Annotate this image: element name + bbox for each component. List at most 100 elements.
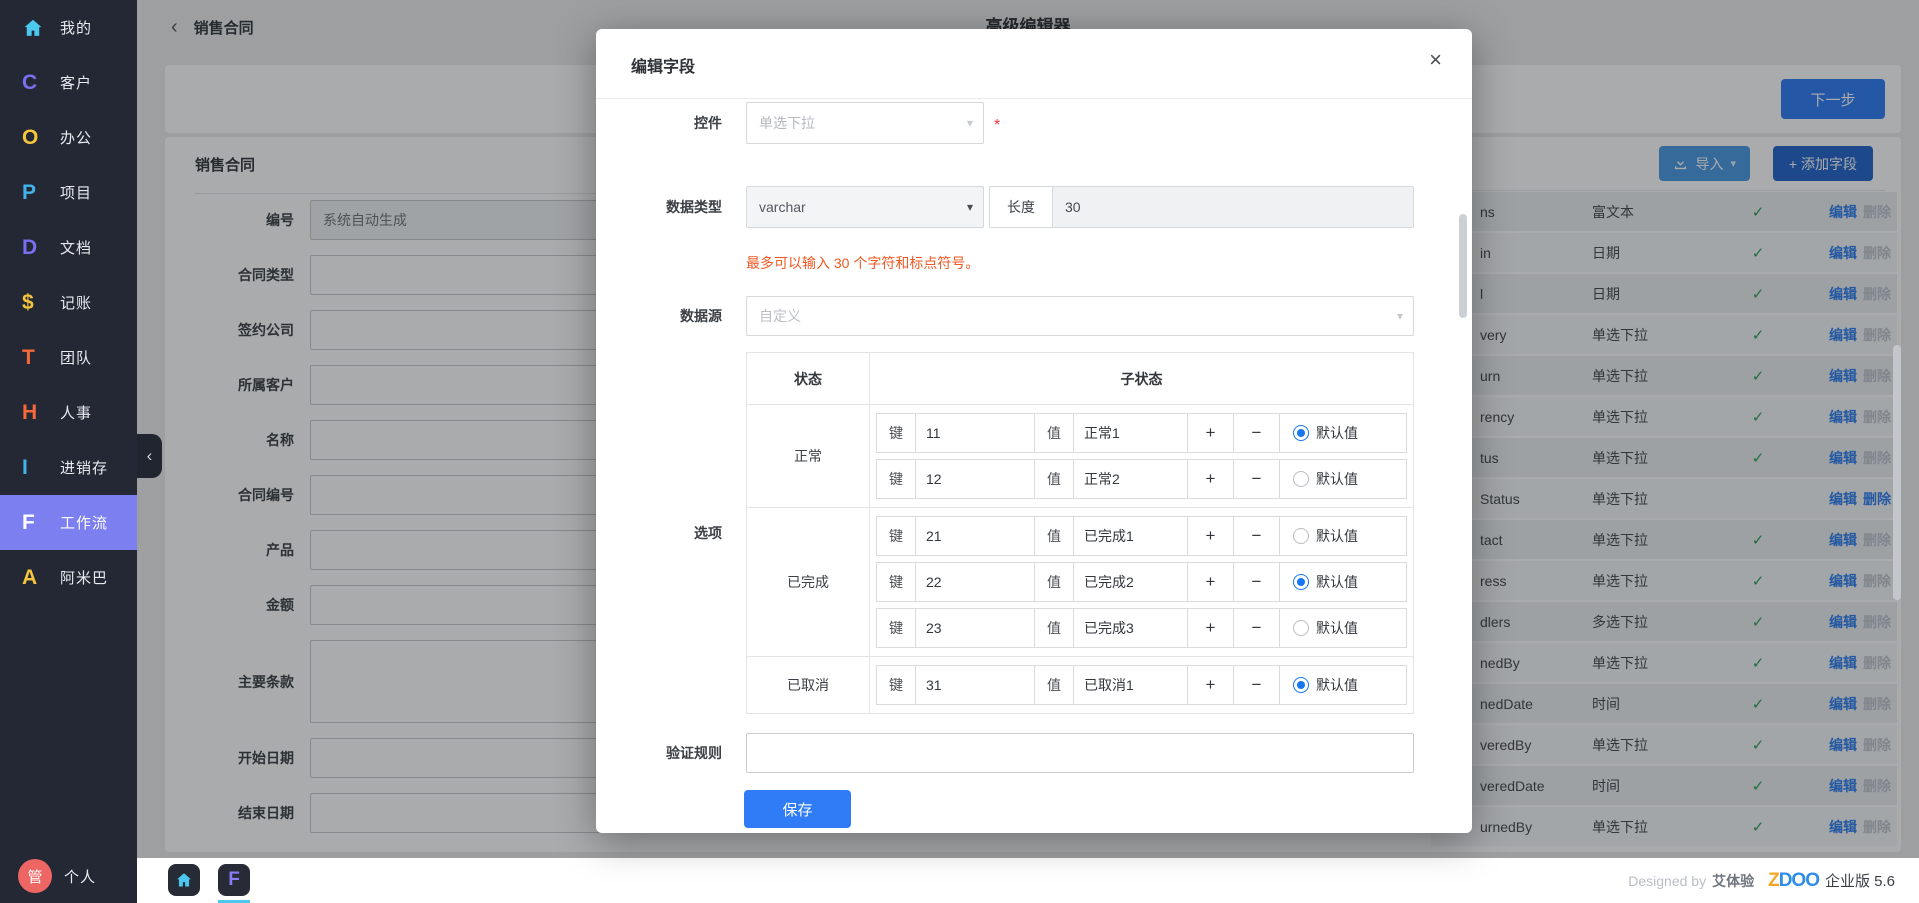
data-source-select[interactable]: 自定义 ▾	[746, 296, 1414, 336]
key-input[interactable]	[915, 516, 1035, 556]
add-subitem-button[interactable]: +	[1187, 459, 1234, 499]
value-addon-label: 值	[1034, 562, 1074, 602]
key-addon-label: 键	[876, 608, 916, 648]
add-subitem-button[interactable]: +	[1187, 516, 1234, 556]
modal-title: 编辑字段	[631, 53, 695, 77]
sidebar-user[interactable]: 管 个人	[18, 859, 96, 893]
default-radio-label: 默认值	[1316, 618, 1358, 638]
default-cell: 默认值	[1279, 608, 1407, 648]
option-sub-row: 键 值 + − 默认值	[876, 665, 1407, 705]
remove-subitem-button[interactable]: −	[1233, 413, 1280, 453]
hr-icon: H	[22, 401, 52, 425]
home-icon	[175, 871, 193, 889]
sidebar-item-label: 我的	[60, 17, 92, 38]
modal-body: 控件 单选下拉 ▾ * 数据类型 varchar ▾ 长度 最多可以输入 30 …	[596, 100, 1472, 833]
value-input[interactable]	[1073, 516, 1188, 556]
sidebar-item-hr[interactable]: H 人事	[0, 385, 137, 440]
modal-scrollbar-thumb[interactable]	[1459, 214, 1467, 318]
value-input[interactable]	[1073, 608, 1188, 648]
value-input[interactable]	[1073, 413, 1188, 453]
default-cell: 默认值	[1279, 516, 1407, 556]
default-cell: 默认值	[1279, 665, 1407, 705]
window-scrollbar-thumb[interactable]	[1893, 345, 1901, 600]
sidebar-collapse-handle[interactable]: ‹	[137, 434, 162, 478]
save-button[interactable]: 保存	[744, 790, 851, 828]
sidebar-item-team[interactable]: T 团队	[0, 330, 137, 385]
default-radio[interactable]	[1293, 528, 1309, 544]
control-select[interactable]: 单选下拉 ▾	[746, 102, 984, 144]
value-input[interactable]	[1073, 562, 1188, 602]
default-radio-label: 默认值	[1316, 423, 1358, 443]
sidebar-item-office[interactable]: O 办公	[0, 110, 137, 165]
remove-subitem-button[interactable]: −	[1233, 562, 1280, 602]
value-input[interactable]	[1073, 459, 1188, 499]
user-avatar[interactable]: 管	[18, 859, 52, 893]
caret-down-icon: ▾	[967, 116, 973, 130]
data-type-row: 数据类型 varchar ▾ 长度	[596, 186, 1414, 228]
taskbar-home-app[interactable]	[168, 864, 200, 896]
key-input[interactable]	[915, 562, 1035, 602]
doc-icon: D	[22, 236, 52, 260]
sidebar-item-label: 人事	[60, 402, 92, 423]
option-group-rows: 键 值 + − 默认值	[870, 657, 1413, 713]
length-label: 长度	[990, 187, 1053, 227]
sidebar-item-inventory[interactable]: I 进销存	[0, 440, 137, 495]
option-group-name: 正常	[747, 405, 870, 507]
remove-subitem-button[interactable]: −	[1233, 516, 1280, 556]
value-input[interactable]	[1073, 665, 1188, 705]
add-subitem-button[interactable]: +	[1187, 665, 1234, 705]
key-input[interactable]	[915, 413, 1035, 453]
remove-subitem-button[interactable]: −	[1233, 459, 1280, 499]
control-row: 控件 单选下拉 ▾ *	[596, 102, 1414, 144]
default-radio[interactable]	[1293, 574, 1309, 590]
default-radio[interactable]	[1293, 425, 1309, 441]
sidebar-item-amoeba[interactable]: A 阿米巴	[0, 550, 137, 605]
add-subitem-button[interactable]: +	[1187, 608, 1234, 648]
length-input[interactable]	[1053, 187, 1413, 227]
my-icon	[22, 17, 52, 39]
key-addon-label: 键	[876, 516, 916, 556]
add-subitem-button[interactable]: +	[1187, 413, 1234, 453]
accounting-icon: $	[22, 291, 52, 315]
option-sub-row: 键 值 + − 默认值	[876, 413, 1407, 453]
default-radio-label: 默认值	[1316, 469, 1358, 489]
status-column-header: 状态	[747, 353, 870, 404]
caret-down-icon: ▾	[1397, 309, 1403, 323]
inventory-icon: I	[22, 456, 52, 480]
data-source-row: 数据源 自定义 ▾	[596, 296, 1414, 336]
default-radio[interactable]	[1293, 471, 1309, 487]
sidebar-item-accounting[interactable]: $ 记账	[0, 275, 137, 330]
default-radio[interactable]	[1293, 620, 1309, 636]
option-sub-row: 键 值 + − 默认值	[876, 459, 1407, 499]
designed-by-label: Designed by	[1628, 873, 1706, 889]
remove-subitem-button[interactable]: −	[1233, 608, 1280, 648]
key-input[interactable]	[915, 459, 1035, 499]
close-icon[interactable]: ×	[1429, 47, 1442, 73]
default-cell: 默认值	[1279, 562, 1407, 602]
default-radio[interactable]	[1293, 677, 1309, 693]
sidebar-item-doc[interactable]: D 文档	[0, 220, 137, 275]
data-source-value: 自定义	[759, 306, 801, 326]
edition-label: 企业版 5.6	[1825, 870, 1895, 891]
key-input[interactable]	[915, 665, 1035, 705]
sidebar-nav: 我的 C 客户 O 办公 P 项目 D 文档 $ 记账 T 团队 H 人事 I …	[0, 0, 137, 605]
sidebar-item-label: 记账	[60, 292, 92, 313]
data-type-select[interactable]: varchar ▾	[746, 186, 984, 228]
key-input[interactable]	[915, 608, 1035, 648]
validation-input[interactable]	[746, 733, 1414, 773]
data-type-value: varchar	[759, 199, 806, 215]
taskbar-workflow-app[interactable]: F	[218, 864, 250, 896]
sidebar-item-my[interactable]: 我的	[0, 0, 137, 55]
sidebar-item-label: 客户	[60, 72, 92, 93]
validation-label: 验证规则	[596, 743, 722, 763]
control-value: 单选下拉	[759, 113, 815, 133]
sidebar-item-customer[interactable]: C 客户	[0, 55, 137, 110]
value-addon-label: 值	[1034, 413, 1074, 453]
sidebar-item-project[interactable]: P 项目	[0, 165, 137, 220]
add-subitem-button[interactable]: +	[1187, 562, 1234, 602]
remove-subitem-button[interactable]: −	[1233, 665, 1280, 705]
default-radio-label: 默认值	[1316, 572, 1358, 592]
sidebar-item-workflow[interactable]: F 工作流	[0, 495, 137, 550]
default-radio-label: 默认值	[1316, 526, 1358, 546]
validation-row: 验证规则	[596, 733, 1414, 773]
